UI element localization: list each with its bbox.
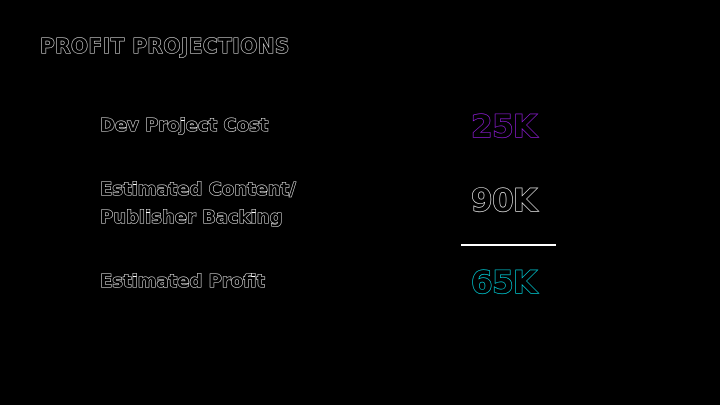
slide-title: PROFIT PROJECTIONS	[40, 34, 290, 59]
publisher-backing-label: Estimated Content/ Publisher Backing	[100, 176, 297, 232]
sum-divider-line	[461, 244, 556, 246]
publisher-backing-value: 90K	[470, 183, 537, 219]
estimated-profit-value: 65K	[470, 265, 537, 301]
publisher-backing-label-line-2: Publisher Backing	[100, 207, 283, 229]
estimated-profit-label: Estimated Profit	[99, 271, 266, 293]
dev-project-cost-value: 25K	[470, 109, 537, 145]
dev-project-cost-label: Dev Project Cost	[99, 115, 269, 137]
slide: PROFIT PROJECTIONS Dev Project Cost 25K …	[0, 0, 720, 405]
publisher-backing-label-line-1: Estimated Content/	[100, 179, 297, 201]
